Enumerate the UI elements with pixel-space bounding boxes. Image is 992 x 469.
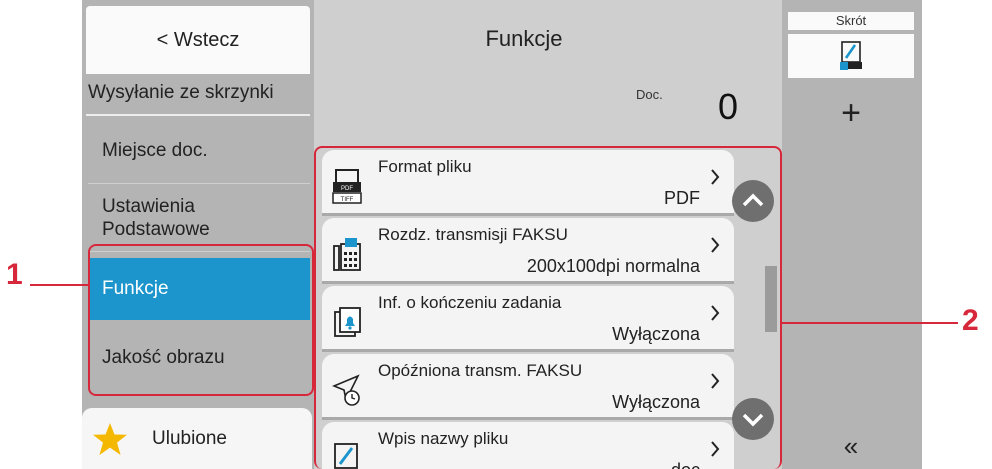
back-button[interactable]: < Wstecz — [86, 6, 310, 74]
sidebar-item-label: Miejsce doc. — [102, 139, 208, 161]
callout-box-2 — [314, 146, 782, 469]
callout-line-1 — [30, 284, 88, 286]
file-name-icon — [840, 41, 862, 70]
sidebar-item-basic-settings[interactable]: Ustawienia Podstawowe — [88, 186, 310, 252]
doc-label: Doc. — [636, 87, 663, 102]
favorites-button[interactable]: Ulubione — [82, 408, 312, 469]
callout-line-2 — [782, 322, 958, 324]
add-shortcut-button[interactable]: + — [788, 88, 914, 138]
shortcut-label: Skrót — [788, 12, 914, 30]
divider — [86, 114, 310, 116]
doc-count: 0 — [718, 86, 739, 127]
page-title: Funkcje — [485, 26, 563, 51]
star-icon — [93, 423, 127, 455]
callout-box-1 — [88, 244, 314, 396]
favorites-label: Ulubione — [152, 428, 227, 449]
left-panel: < Wstecz Wysyłanie ze skrzynki Miejsce d… — [82, 0, 314, 469]
sidebar-item-label-line2: Podstawowe — [102, 218, 210, 240]
mode-label: Wysyłanie ze skrzynki — [88, 82, 274, 103]
collapse-button[interactable]: « — [788, 428, 914, 464]
callout-number-1: 1 — [6, 258, 23, 291]
sidebar-item-document-location[interactable]: Miejsce doc. — [88, 118, 310, 184]
sidebar-item-label: Ustawienia — [102, 195, 195, 217]
shortcut-file-name-button[interactable] — [788, 34, 914, 78]
right-panel: Skrót + « — [782, 0, 922, 469]
callout-number-2: 2 — [962, 304, 979, 337]
